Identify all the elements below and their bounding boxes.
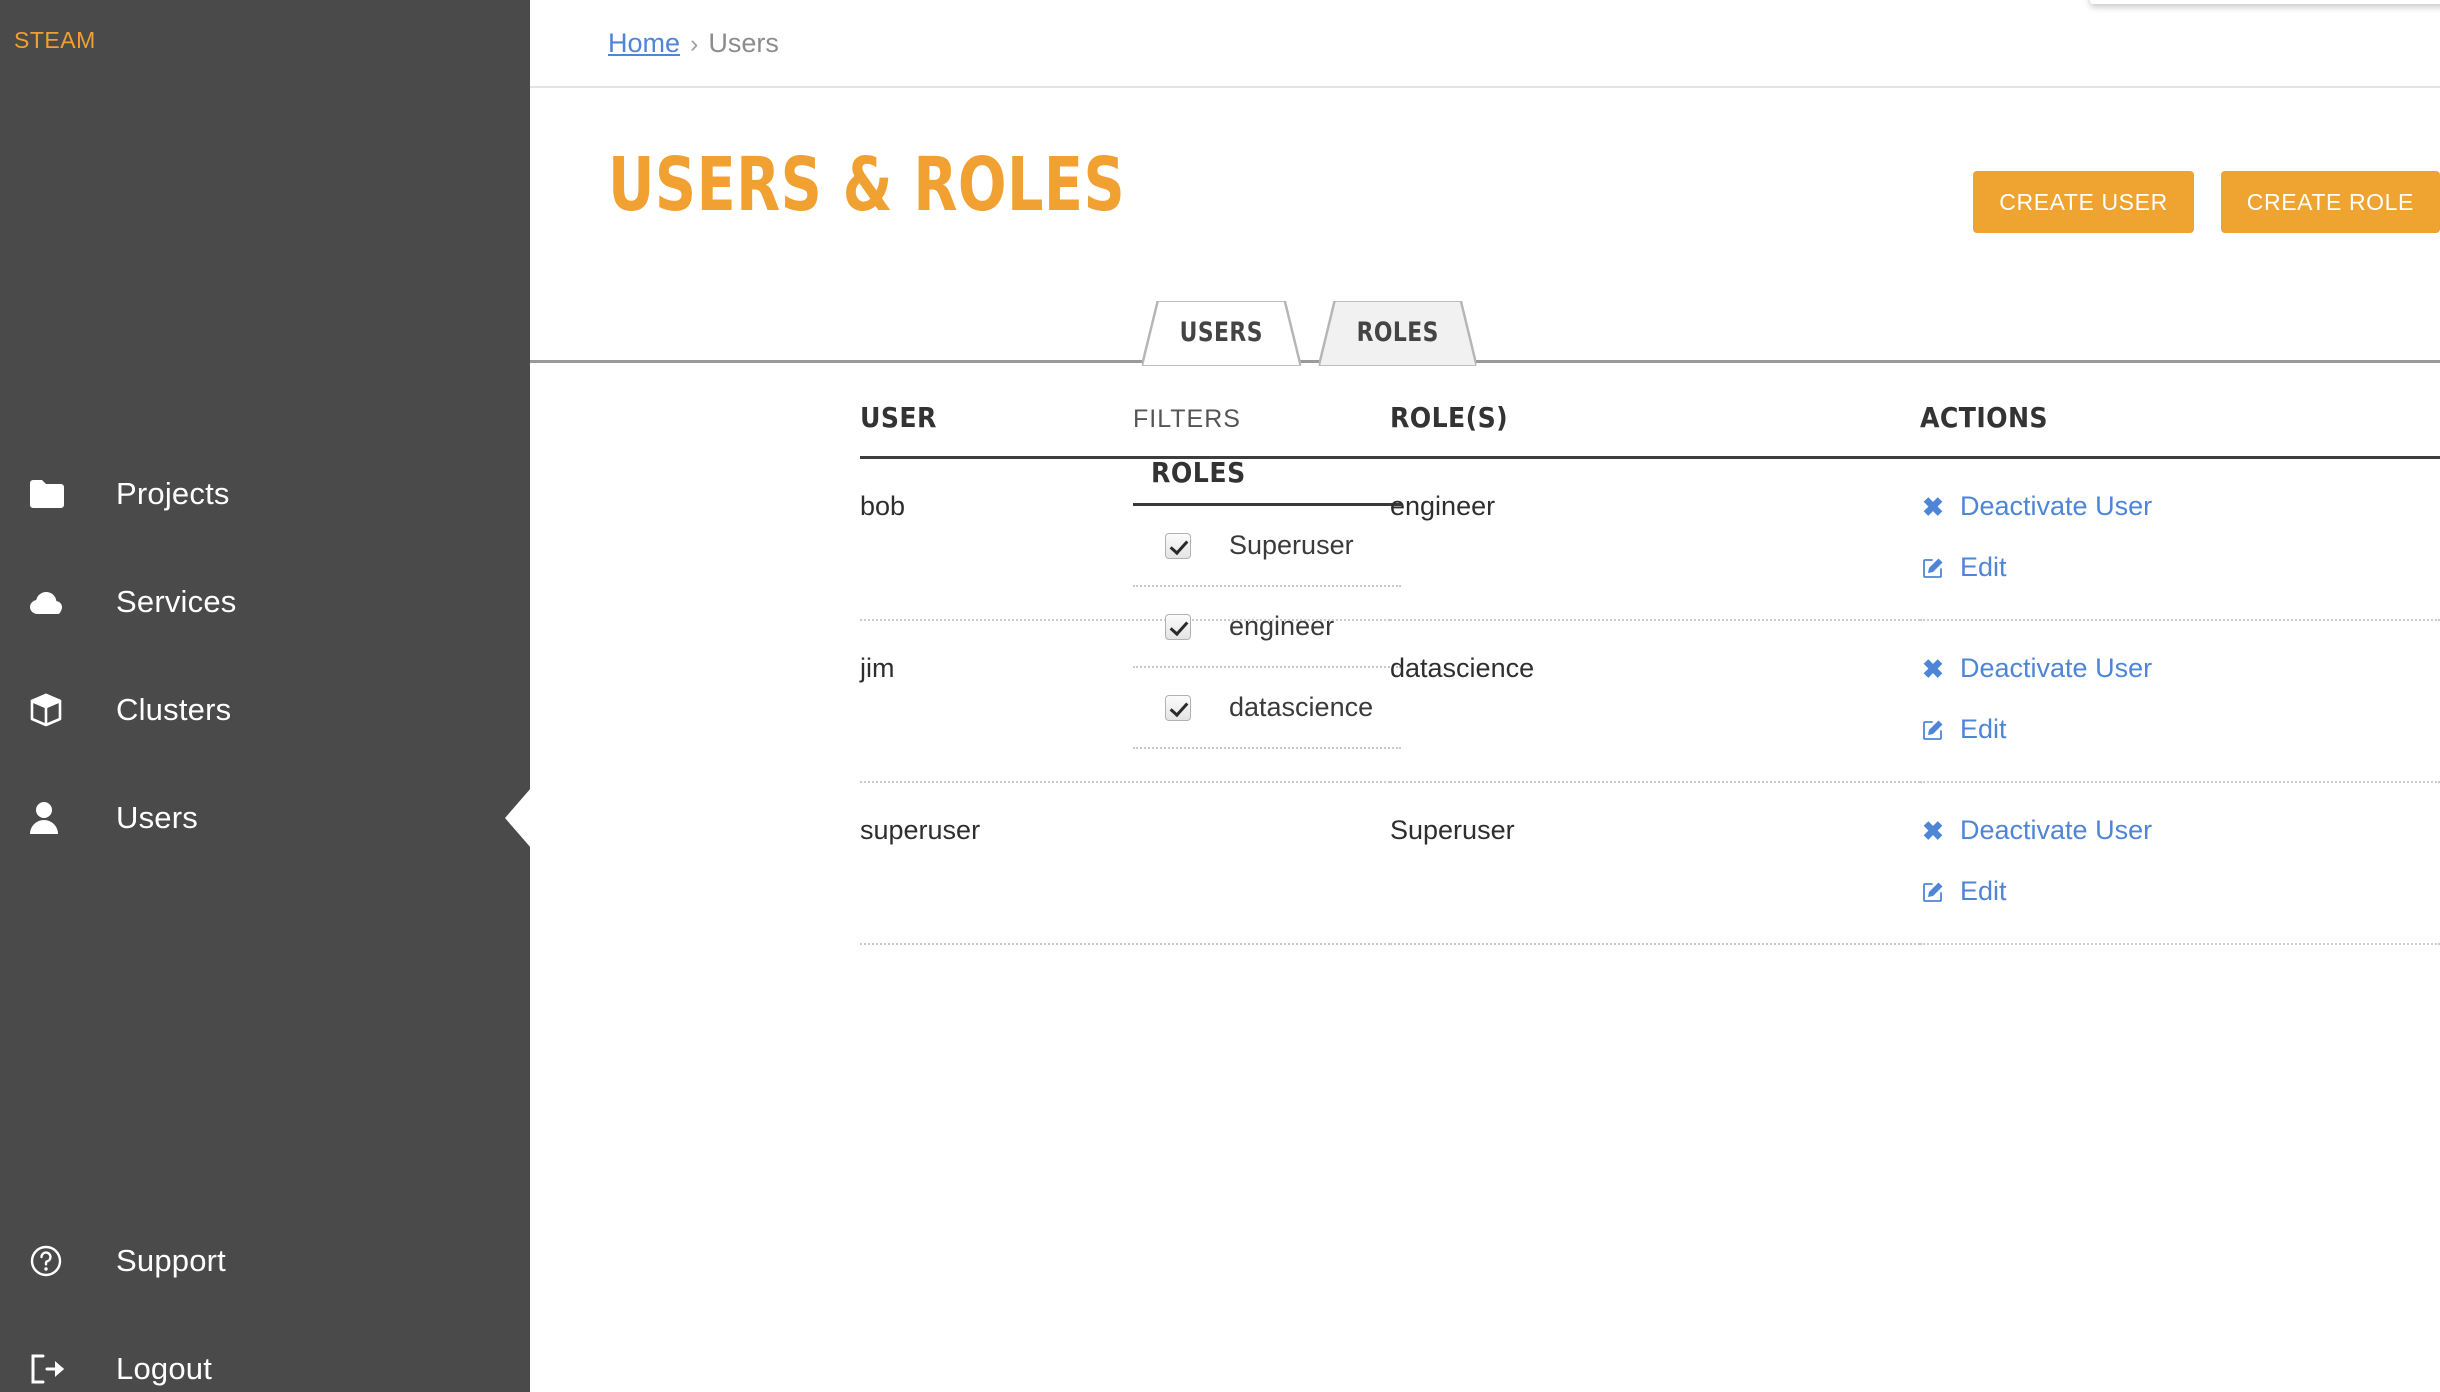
sidebar-item-label: Support (116, 1243, 226, 1279)
sidebar-item-users[interactable]: Users (0, 764, 530, 872)
brand-logo: STEAM (0, 0, 530, 54)
sidebar-nav-main: Projects Services Clusters (0, 440, 530, 872)
page-title: USERS & ROLES (608, 148, 1125, 222)
cell-user: superuser (860, 782, 1390, 944)
action-label: Deactivate User (1960, 491, 2152, 522)
action-label: Deactivate User (1960, 653, 2152, 684)
column-header-roles: ROLE(S) (1390, 401, 1920, 458)
tab-users[interactable]: USERS (1142, 301, 1301, 363)
top-bar: Home › Users (530, 0, 2440, 88)
tab-label: ROLES (1356, 317, 1438, 348)
cell-roles: Superuser (1390, 782, 1920, 944)
users-table: USER ROLE(S) ACTIONS bob engineer ✖ (860, 401, 2440, 945)
column-header-actions: ACTIONS (1920, 401, 2440, 458)
sidebar-item-support[interactable]: Support (0, 1207, 530, 1315)
sidebar-item-logout[interactable]: Logout (0, 1315, 530, 1392)
table-head: USER ROLE(S) ACTIONS (860, 401, 2440, 458)
cross-icon: ✖ (1920, 656, 1946, 682)
sidebar-item-projects[interactable]: Projects (0, 440, 530, 548)
filters-panel: FILTERS ROLES Superuser engineer datasci… (530, 363, 860, 945)
main-content: Home › Users USERS & ROLES CREATE USER CRE… (530, 0, 2440, 1392)
checkbox-icon[interactable] (1165, 533, 1191, 559)
page-header-actions: CREATE USER CREATE ROLE (1973, 171, 2440, 233)
sidebar-item-label: Projects (116, 476, 230, 512)
sidebar: STEAM Projects Services (0, 0, 530, 1392)
sidebar-item-label: Logout (116, 1351, 212, 1387)
tab-bar: USERS ROLES (530, 295, 2440, 363)
deactivate-user-link[interactable]: ✖ Deactivate User (1920, 815, 2440, 846)
cell-actions: ✖ Deactivate User (1920, 620, 2440, 782)
help-circle-icon (30, 1245, 88, 1277)
edit-user-link[interactable]: Edit (1920, 714, 2440, 745)
cell-actions: ✖ Deactivate User (1920, 458, 2440, 621)
cross-icon: ✖ (1920, 494, 1946, 520)
users-table-container: USER ROLE(S) ACTIONS bob engineer ✖ (860, 363, 2440, 945)
page-header: USERS & ROLES CREATE USER CREATE ROLE (530, 88, 2440, 233)
sidebar-item-label: Users (116, 800, 198, 836)
sidebar-item-clusters[interactable]: Clusters (0, 656, 530, 764)
deactivate-user-link[interactable]: ✖ Deactivate User (1920, 653, 2440, 684)
pencil-square-icon (1920, 556, 1946, 580)
action-label: Edit (1960, 714, 2007, 745)
tab-roles[interactable]: ROLES (1318, 301, 1476, 363)
cross-icon: ✖ (1920, 818, 1946, 844)
table-body: bob engineer ✖ Deactivate User (860, 458, 2440, 945)
cell-actions: ✖ Deactivate User (1920, 782, 2440, 944)
sign-out-icon (30, 1354, 88, 1384)
create-role-button[interactable]: CREATE ROLE (2221, 171, 2440, 233)
cell-roles: engineer (1390, 458, 1920, 621)
action-label: Edit (1960, 876, 2007, 907)
column-header-user: USER (860, 401, 1390, 458)
action-label: Deactivate User (1960, 815, 2152, 846)
breadcrumb-separator-icon: › (690, 30, 698, 58)
pencil-square-icon (1920, 880, 1946, 904)
cloud-icon (30, 589, 88, 615)
cell-user: bob (860, 458, 1390, 621)
edit-user-link[interactable]: Edit (1920, 876, 2440, 907)
table-row: jim datascience ✖ Deactivate User (860, 620, 2440, 782)
tab-label: USERS (1180, 317, 1263, 348)
table-row: bob engineer ✖ Deactivate User (860, 458, 2440, 621)
deactivate-user-link[interactable]: ✖ Deactivate User (1920, 491, 2440, 522)
pencil-square-icon (1920, 718, 1946, 742)
sidebar-item-label: Clusters (116, 692, 231, 728)
checkbox-icon[interactable] (1165, 614, 1191, 640)
folder-icon (30, 480, 88, 508)
sidebar-item-services[interactable]: Services (0, 548, 530, 656)
breadcrumb-home-link[interactable]: Home (608, 28, 680, 58)
edit-user-link[interactable]: Edit (1920, 552, 2440, 583)
breadcrumb-current: Users (708, 28, 779, 58)
user-icon (30, 802, 88, 834)
sidebar-item-label: Services (116, 584, 236, 620)
breadcrumb: Home › Users (608, 28, 779, 59)
cell-roles: datascience (1390, 620, 1920, 782)
create-user-button[interactable]: CREATE USER (1973, 171, 2193, 233)
cube-icon (30, 693, 88, 727)
cell-user: jim (860, 620, 1390, 782)
action-label: Edit (1960, 552, 2007, 583)
sidebar-nav-bottom: Support Logout (0, 1207, 530, 1392)
table-header-row: USER ROLE(S) ACTIONS (860, 401, 2440, 458)
users-panel: FILTERS ROLES Superuser engineer datasci… (530, 363, 2440, 945)
checkbox-icon[interactable] (1165, 695, 1191, 721)
table-row: superuser Superuser ✖ Deactivate User (860, 782, 2440, 944)
app-root: STEAM Projects Services (0, 0, 2440, 1392)
